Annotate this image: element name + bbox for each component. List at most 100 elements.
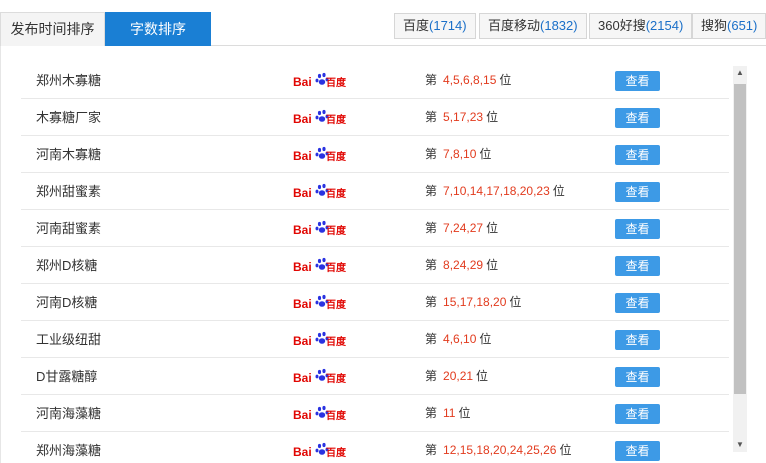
engine-count: (651)	[727, 18, 758, 33]
baidu-logo-icon: Bai 百度	[293, 146, 347, 163]
logo-du-text: 百度	[326, 76, 347, 89]
rank-suffix: 位	[509, 295, 522, 309]
rank-suffix: 位	[486, 221, 499, 235]
scroll-up-arrow-icon[interactable]: ▲	[733, 66, 747, 80]
engine-count: (1714)	[429, 18, 467, 33]
rank-text: 第 4,6,10 位	[425, 321, 491, 358]
view-button[interactable]: 查看	[615, 404, 660, 424]
engine-baidu-button[interactable]: 百度(1714)	[394, 13, 476, 39]
rank-positions: 4,5,6,8,15	[443, 73, 497, 87]
list-item: 郑州甜蜜素 Bai 百度 第 7,10,14,17,18,20,23 位 查看	[21, 173, 729, 210]
rank-prefix: 第	[425, 110, 438, 124]
rank-prefix: 第	[425, 406, 438, 420]
view-button[interactable]: 查看	[615, 367, 660, 387]
logo-bai-text: Bai	[293, 297, 312, 311]
rank-positions: 5,17,23	[443, 110, 484, 124]
baidu-logo-icon: Bai 百度	[293, 109, 347, 126]
list-item: 郑州木寡糖 Bai 百度 第 4,5,6,8,15 位 查看	[21, 62, 729, 99]
rank-positions: 12,15,18,20,24,25,26	[443, 443, 557, 457]
rank-positions: 20,21	[443, 369, 474, 383]
logo-bai-text: Bai	[293, 371, 312, 385]
logo-du-text: 百度	[326, 224, 347, 237]
baidu-logo-icon: Bai 百度	[293, 72, 347, 89]
rank-text: 第 15,17,18,20 位	[425, 284, 521, 321]
logo-bai-text: Bai	[293, 112, 312, 126]
rank-suffix: 位	[476, 369, 489, 383]
rank-suffix: 位	[499, 73, 512, 87]
view-button[interactable]: 查看	[615, 293, 660, 313]
engine-sogou-button[interactable]: 搜狗(651)	[692, 13, 766, 39]
view-button[interactable]: 查看	[615, 71, 660, 91]
rank-text: 第 8,24,29 位	[425, 247, 498, 284]
rank-positions: 11	[443, 406, 456, 420]
engine-360-button[interactable]: 360好搜(2154)	[589, 13, 693, 39]
rank-positions: 15,17,18,20	[443, 295, 507, 309]
rank-prefix: 第	[425, 258, 438, 272]
engine-count: (2154)	[645, 18, 684, 33]
view-button[interactable]: 查看	[615, 219, 660, 239]
rank-prefix: 第	[425, 443, 438, 457]
keyword-label: 河南D核糖	[36, 295, 98, 310]
view-button[interactable]: 查看	[615, 441, 660, 461]
rank-text: 第 4,5,6,8,15 位	[425, 62, 511, 99]
logo-du-text: 百度	[326, 261, 347, 274]
results-panel: 郑州木寡糖 Bai 百度 第4,5,6,8,15位 查看 木寡糖厂家 Bai	[0, 46, 766, 463]
logo-bai-text: Bai	[293, 445, 312, 459]
logo-du-text: 百度	[326, 409, 347, 422]
rank-suffix: 位	[479, 332, 492, 346]
rank-text: 第 11 位	[425, 395, 471, 432]
rank-positions: 7,24,27	[443, 221, 484, 235]
list-item: 郑州海藻糖 Bai 百度 第 12,15,18,20,24,25,26 位 查看	[21, 432, 729, 463]
keyword-label: 郑州木寡糖	[36, 73, 102, 88]
rank-suffix: 位	[486, 258, 499, 272]
engine-name: 搜狗	[701, 18, 728, 33]
view-button[interactable]: 查看	[615, 256, 660, 276]
list-item: 工业级纽甜 Bai 百度 第 4,6,10 位 查看	[21, 321, 729, 358]
logo-du-text: 百度	[326, 150, 347, 163]
scrollbar[interactable]: ▲ ▼	[733, 66, 747, 452]
rank-text: 第 12,15,18,20,24,25,26 位	[425, 432, 571, 463]
rank-suffix: 位	[479, 147, 492, 161]
view-button[interactable]: 查看	[615, 145, 660, 165]
engine-baidu-mobile-button[interactable]: 百度移动(1832)	[479, 13, 587, 39]
logo-du-text: 百度	[326, 335, 347, 348]
list-item: 木寡糖厂家 Bai 百度 第 5,17,23 位 查看	[21, 99, 729, 136]
rank-prefix: 第	[425, 184, 438, 198]
search-engine-filters: 百度(1714) 百度移动(1832) 360好搜(2154) 搜狗(651)	[394, 13, 766, 39]
view-button[interactable]: 查看	[615, 182, 660, 202]
rank-positions: 8,24,29	[443, 258, 484, 272]
scroll-down-arrow-icon[interactable]: ▼	[733, 438, 747, 452]
tab-word-count-sort[interactable]: 字数排序	[105, 12, 211, 46]
rank-suffix: 位	[486, 110, 499, 124]
rank-positions: 4,6,10	[443, 332, 477, 346]
logo-du-text: 百度	[326, 446, 347, 459]
logo-du-text: 百度	[326, 187, 347, 200]
rank-text: 第 7,24,27 位	[425, 210, 498, 247]
engine-count: (1832)	[540, 18, 578, 33]
list-item: 河南海藻糖 Bai 百度 第 11 位 查看	[21, 395, 729, 432]
rank-suffix: 位	[458, 406, 471, 420]
scrollbar-thumb[interactable]	[734, 84, 746, 394]
view-button[interactable]: 查看	[615, 108, 660, 128]
view-button[interactable]: 查看	[615, 330, 660, 350]
list-item: 河南木寡糖 Bai 百度 第 7,8,10 位 查看	[21, 136, 729, 173]
keyword-label: 木寡糖厂家	[36, 110, 102, 125]
baidu-logo-icon: Bai 百度	[293, 294, 347, 311]
engine-name: 360好搜	[598, 18, 646, 33]
keyword-label: 郑州D核糖	[36, 258, 98, 273]
baidu-logo-icon: Bai 百度	[293, 442, 347, 459]
rank-prefix: 第	[425, 295, 438, 309]
rank-suffix: 位	[559, 443, 572, 457]
rank-prefix: 第	[425, 221, 438, 235]
rank-suffix: 位	[552, 184, 565, 198]
rank-text: 第 20,21 位	[425, 358, 488, 395]
list-item: D甘露糖醇 Bai 百度 第 20,21 位 查看	[21, 358, 729, 395]
rank-prefix: 第	[425, 369, 438, 383]
logo-bai-text: Bai	[293, 334, 312, 348]
baidu-logo-icon: Bai 百度	[293, 331, 347, 348]
logo-bai-text: Bai	[293, 149, 312, 163]
keyword-label: 工业级纽甜	[36, 332, 102, 347]
tab-publish-time-sort[interactable]: 发布时间排序	[0, 12, 105, 46]
rank-prefix: 第	[425, 332, 438, 346]
keyword-label: 河南海藻糖	[36, 406, 102, 421]
